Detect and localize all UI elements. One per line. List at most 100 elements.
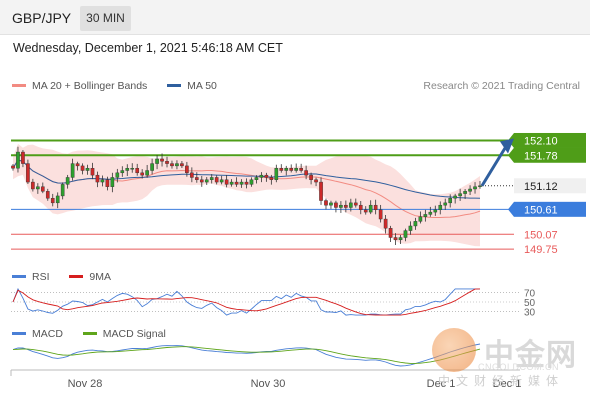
candle (125, 168, 130, 171)
candle (31, 181, 35, 190)
level-label-150-61: 150.61 (524, 204, 558, 216)
candle (160, 158, 164, 162)
candle (408, 225, 413, 231)
candle (155, 158, 159, 164)
candle (115, 172, 120, 178)
candle (219, 179, 224, 183)
candle (95, 174, 100, 183)
candle (279, 168, 284, 171)
candle (383, 218, 388, 229)
candle (403, 230, 408, 238)
candle (244, 181, 249, 185)
candle (448, 198, 453, 204)
price-panel: 152.10 151.78 151.12 150.61 150.07 149.75 (11, 132, 586, 256)
candle (65, 177, 70, 185)
candle (105, 179, 110, 187)
level-label-151-78: 151.78 (524, 150, 558, 162)
candle (458, 193, 462, 197)
candle (373, 204, 378, 210)
candle (423, 214, 428, 217)
candle (55, 195, 60, 204)
candle (463, 191, 467, 194)
candle (16, 151, 20, 169)
candle (45, 191, 50, 199)
macd-line (12, 343, 481, 367)
chart-page: GBP/JPY 30 MIN Wednesday, December 1, 20… (0, 0, 590, 400)
candle (75, 163, 80, 167)
candle (185, 165, 189, 174)
candle (50, 198, 55, 204)
candle (358, 204, 363, 210)
candle (284, 168, 289, 171)
candle (344, 204, 348, 208)
candle (398, 237, 403, 241)
candle (195, 177, 199, 180)
candle (150, 163, 154, 171)
macd-signal-line (12, 346, 481, 364)
candle (304, 170, 308, 176)
candle (299, 168, 303, 171)
candle (393, 237, 398, 241)
candle (100, 179, 105, 183)
candle (209, 177, 214, 180)
candle (264, 174, 269, 178)
candle (130, 168, 135, 170)
candle (388, 228, 393, 238)
candle (80, 165, 85, 171)
candle (319, 181, 323, 201)
candle (378, 209, 383, 220)
candle (438, 204, 443, 210)
rsi-tick-label: 30 (524, 307, 536, 318)
candle (229, 181, 234, 185)
candle (329, 202, 333, 206)
candle (428, 211, 433, 215)
candle (413, 221, 418, 227)
candle (26, 163, 30, 183)
candle (90, 168, 95, 176)
candle (190, 172, 194, 178)
level-tag-pointer (508, 201, 514, 217)
level-label-149-75: 149.75 (524, 244, 558, 256)
candle (353, 202, 358, 206)
candle (175, 163, 179, 167)
level-label-151-12: 151.12 (524, 181, 558, 193)
candle (254, 177, 259, 180)
candle (170, 163, 174, 167)
candle (249, 179, 254, 185)
candle (349, 202, 353, 208)
projection-arrow-shaft (480, 145, 508, 187)
candle (274, 168, 279, 180)
level-label-152-10: 152.10 (524, 135, 558, 147)
bollinger-band (13, 143, 480, 247)
candle (40, 186, 45, 192)
candle (453, 195, 457, 199)
candle (60, 184, 65, 197)
candle (289, 168, 294, 171)
candle (199, 179, 204, 183)
candle (473, 186, 477, 190)
candle (204, 179, 209, 183)
rsi-panel: 705030 (11, 287, 536, 318)
watermark-tagline: 中文财经新媒体 (438, 374, 565, 388)
candle (234, 181, 239, 185)
candle (433, 209, 438, 213)
candle (334, 202, 338, 208)
candle (145, 170, 149, 176)
candle (443, 202, 448, 206)
candle (309, 174, 313, 180)
candle (165, 161, 169, 164)
candle (294, 168, 298, 171)
candle (180, 163, 184, 167)
candle (324, 200, 328, 206)
candle (70, 163, 75, 178)
candle (368, 204, 373, 213)
candle (140, 172, 144, 176)
candle (214, 177, 219, 183)
candle (478, 185, 482, 187)
candle (85, 168, 90, 171)
x-tick-label-nov28: Nov 28 (68, 378, 103, 390)
candle (224, 179, 229, 185)
candle (339, 204, 343, 208)
candle (468, 188, 472, 192)
candle (36, 186, 40, 190)
